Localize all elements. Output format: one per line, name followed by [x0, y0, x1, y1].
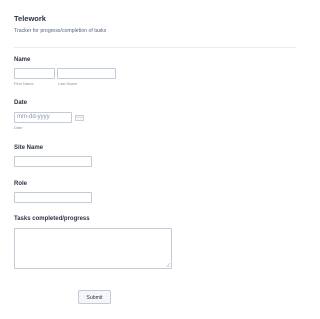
site-name-input[interactable]	[14, 156, 92, 167]
date-label: Date	[14, 100, 28, 106]
role-label: Role	[14, 181, 28, 187]
last-name-input[interactable]	[57, 68, 116, 79]
resize-grip-icon[interactable]	[165, 262, 170, 267]
site-name-label: Site Name	[14, 145, 44, 151]
first-name-sublabel: First Name	[14, 81, 34, 86]
date-input[interactable]: mm-dd-yyyy	[14, 112, 72, 123]
role-input[interactable]	[14, 192, 92, 203]
submit-button[interactable]: Submit	[78, 290, 111, 304]
form-title: Telework	[14, 14, 46, 23]
date-sublabel: Date	[14, 125, 23, 130]
calendar-icon[interactable]	[75, 115, 84, 121]
tasks-textarea[interactable]	[14, 228, 172, 269]
last-name-sublabel: Last Name	[58, 81, 78, 86]
header-divider	[14, 47, 296, 48]
first-name-input[interactable]	[14, 68, 55, 79]
form-subtitle: Tracker for progress/completion of tasks	[14, 28, 107, 34]
name-label: Name	[14, 57, 31, 63]
tasks-label: Tasks completed/progress	[14, 216, 90, 222]
